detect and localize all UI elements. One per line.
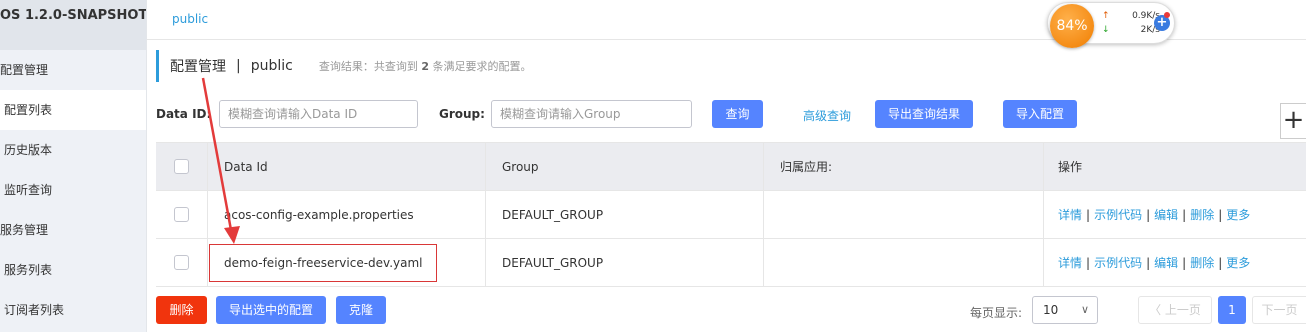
row-actions: 详情 | 示例代码 | 编辑 | 删除 | 更多	[1058, 256, 1251, 270]
sidebar-group-service[interactable]: 服务管理	[0, 210, 146, 250]
sidebar-item-history[interactable]: 历史版本	[0, 130, 146, 170]
search-form: Data ID: 模糊查询请输入Data ID Group: 模糊查询请输入Gr…	[156, 100, 1306, 130]
sidebar-group-config[interactable]: 配置管理	[0, 50, 146, 90]
sidebar-item-service-list[interactable]: 服务列表	[0, 250, 146, 290]
chevron-down-icon: ∨	[1080, 303, 1089, 316]
query-summary: 查询结果：共查询到 2 条满足要求的配置。	[319, 58, 532, 74]
sample-code-link[interactable]: 示例代码	[1094, 256, 1142, 270]
upload-speed: ↑ 0.9K/s	[1102, 11, 1160, 21]
detail-link[interactable]: 详情	[1058, 208, 1082, 222]
row-checkbox[interactable]	[174, 207, 189, 222]
download-speed: ↓ 2K/s	[1102, 25, 1160, 35]
app-cell	[764, 191, 1044, 238]
summary-suffix: 条满足要求的配置。	[432, 60, 532, 73]
data-id-input[interactable]: 模糊查询请输入Data ID	[219, 100, 418, 128]
edit-link[interactable]: 编辑	[1154, 256, 1178, 270]
column-header-group[interactable]: Group	[486, 143, 764, 190]
sidebar: OS 1.2.0-SNAPSHOT 配置管理 配置列表 历史版本 监听查询 服务…	[0, 0, 147, 332]
group-cell: DEFAULT_GROUP	[486, 239, 764, 286]
page-header: 配置管理 | public 查询结果：共查询到 2 条满足要求的配置。	[156, 50, 532, 82]
export-results-button[interactable]: 导出查询结果	[875, 100, 973, 128]
summary-prefix: 查询结果：共查询到	[318, 60, 418, 73]
row-select-cell	[156, 239, 208, 286]
cpu-usage-ball[interactable]: 84%	[1050, 4, 1094, 48]
prev-page-button[interactable]: 〈 上一页	[1138, 296, 1212, 324]
more-link[interactable]: 更多	[1226, 256, 1250, 270]
row-actions: 详情 | 示例代码 | 编辑 | 删除 | 更多	[1058, 208, 1251, 222]
data-id-label: Data ID:	[156, 107, 212, 121]
delete-link[interactable]: 删除	[1190, 208, 1214, 222]
group-cell: DEFAULT_GROUP	[486, 191, 764, 238]
delete-button[interactable]: 删除	[156, 296, 207, 324]
clone-button[interactable]: 克隆	[336, 296, 386, 324]
page-size-label: 每页显示:	[970, 306, 1023, 320]
delete-link[interactable]: 删除	[1190, 256, 1214, 270]
select-all-checkbox[interactable]	[174, 159, 189, 174]
select-all-cell	[156, 143, 208, 190]
summary-count: 2	[421, 60, 429, 73]
arrow-down-icon: ↓	[1102, 25, 1110, 35]
page-size-select[interactable]: 10 ∨	[1032, 296, 1098, 324]
sidebar-item-config-list[interactable]: 配置列表	[0, 90, 146, 130]
detail-link[interactable]: 详情	[1058, 256, 1082, 270]
query-button[interactable]: 查询	[712, 100, 763, 128]
column-header-actions: 操作	[1058, 160, 1083, 174]
more-link[interactable]: 更多	[1226, 208, 1250, 222]
row-checkbox[interactable]	[174, 255, 189, 270]
table-footer: 删除 导出选中的配置 克隆 每页显示: 10 ∨ 〈 上一页 1 下一页	[156, 296, 1306, 326]
column-header-app[interactable]: 归属应用:	[764, 143, 1044, 190]
network-monitor-widget[interactable]: 84% ↑ 0.9K/s ↓ 2K/s +	[1047, 2, 1175, 48]
page-title: 配置管理	[170, 59, 226, 75]
row-select-cell	[156, 191, 208, 238]
page-size-value: 10	[1043, 303, 1059, 317]
sample-code-link[interactable]: 示例代码	[1094, 208, 1142, 222]
app-cell	[764, 239, 1044, 286]
page-number-current[interactable]: 1	[1218, 296, 1246, 324]
namespace-tab-public[interactable]: public	[172, 12, 208, 26]
sidebar-item-listen-query[interactable]: 监听查询	[0, 170, 146, 210]
annotation-highlight-box	[209, 244, 437, 282]
plus-icon[interactable]: +	[1280, 103, 1306, 139]
next-page-button[interactable]: 下一页	[1252, 296, 1306, 324]
data-id-cell: acos-config-example.properties	[208, 191, 486, 238]
notification-dot	[1164, 12, 1170, 18]
sidebar-item-subscriber-list[interactable]: 订阅者列表	[0, 290, 146, 330]
arrow-up-icon: ↑	[1102, 11, 1110, 21]
group-label: Group:	[439, 107, 485, 121]
page-namespace: public	[250, 58, 293, 74]
advanced-query-link[interactable]: 高级查询	[803, 107, 851, 124]
column-header-data-id[interactable]: Data Id	[208, 143, 486, 190]
import-config-button[interactable]: 导入配置	[1003, 100, 1077, 128]
table-header-row: Data Id Group 归属应用: 操作	[156, 143, 1306, 191]
edit-link[interactable]: 编辑	[1154, 208, 1178, 222]
brand-title: OS 1.2.0-SNAPSHOT	[0, 0, 146, 50]
table-row: acos-config-example.properties DEFAULT_G…	[156, 191, 1306, 239]
group-input[interactable]: 模糊查询请输入Group	[491, 100, 692, 128]
title-separator: |	[236, 58, 241, 74]
export-selected-button[interactable]: 导出选中的配置	[216, 296, 326, 324]
